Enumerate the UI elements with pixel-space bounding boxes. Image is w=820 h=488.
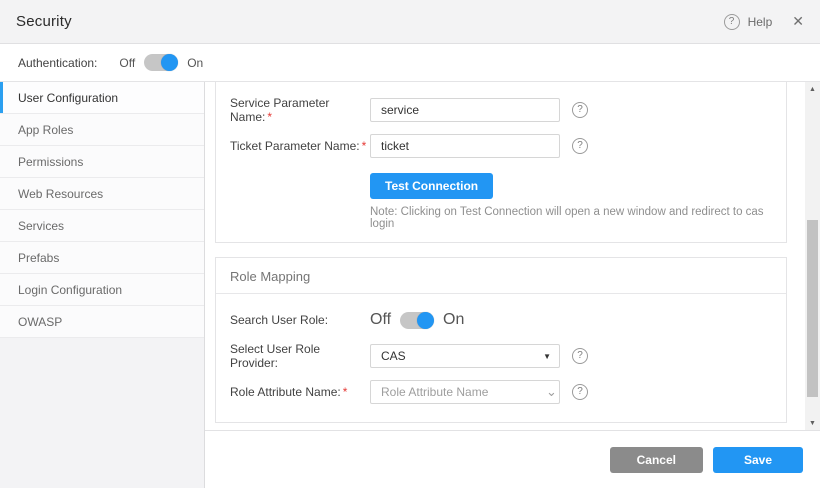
scrollbar-thumb[interactable] [807, 220, 818, 397]
required-mark: * [362, 139, 367, 153]
search-user-role-label: Search User Role: [230, 313, 370, 327]
role-attribute-row: Role Attribute Name:* ⌄ ? [216, 380, 786, 404]
ticket-parameter-label: Ticket Parameter Name:* [230, 139, 370, 153]
cas-connection-panel: Service Parameter Name:* ? Ticket Parame… [215, 82, 787, 243]
dialog-header: Security ? Help ✕ [0, 0, 820, 44]
search-user-role-toggle[interactable] [400, 312, 434, 329]
search-user-role-off-label: Off [370, 311, 391, 329]
ticket-parameter-row: Ticket Parameter Name:* ? [216, 134, 786, 158]
authentication-bar: Authentication: Off On [0, 44, 820, 82]
content-scroll-area: Service Parameter Name:* ? Ticket Parame… [205, 82, 820, 430]
help-icon[interactable]: ? [724, 14, 740, 30]
sidebar-item-login-configuration[interactable]: Login Configuration [0, 274, 204, 306]
authentication-off-label: Off [119, 56, 135, 70]
ticket-parameter-help-icon[interactable]: ? [572, 138, 588, 154]
service-parameter-label: Service Parameter Name:* [230, 96, 370, 124]
cancel-button[interactable]: Cancel [610, 447, 703, 473]
help-link[interactable]: Help [748, 15, 773, 29]
required-mark: * [343, 385, 348, 399]
role-attribute-input[interactable] [371, 381, 546, 403]
service-parameter-help-icon[interactable]: ? [572, 102, 588, 118]
vertical-scrollbar[interactable]: ▲ ▼ [805, 82, 820, 430]
toggle-knob [417, 312, 434, 329]
role-mapping-panel: Role Mapping Search User Role: Off On Se… [215, 257, 787, 423]
search-user-role-row: Search User Role: Off On [216, 308, 786, 332]
ticket-parameter-input[interactable] [370, 134, 560, 158]
sidebar-item-owasp[interactable]: OWASP [0, 306, 204, 338]
role-attribute-combobox[interactable]: ⌄ [370, 380, 560, 404]
sidebar-item-permissions[interactable]: Permissions [0, 146, 204, 178]
service-parameter-input[interactable] [370, 98, 560, 122]
required-mark: * [267, 110, 272, 124]
role-attribute-label: Role Attribute Name:* [230, 385, 370, 399]
dialog-footer: Cancel Save [205, 430, 820, 488]
user-role-provider-help-icon[interactable]: ? [572, 348, 588, 364]
settings-content: Service Parameter Name:* ? Ticket Parame… [205, 82, 820, 488]
chevron-down-icon: ⌄ [546, 388, 557, 396]
authentication-toggle[interactable] [144, 54, 178, 71]
authentication-label: Authentication: [18, 56, 97, 70]
scroll-down-icon[interactable]: ▼ [805, 416, 820, 430]
security-dialog: Security ? Help ✕ Authentication: Off On… [0, 0, 820, 488]
sidebar-item-user-configuration[interactable]: User Configuration [0, 82, 204, 114]
test-connection-button[interactable]: Test Connection [370, 173, 493, 199]
save-button[interactable]: Save [713, 447, 803, 473]
search-user-role-on-label: On [443, 311, 464, 329]
scroll-up-icon[interactable]: ▲ [805, 82, 820, 96]
sidebar-item-web-resources[interactable]: Web Resources [0, 178, 204, 210]
user-role-provider-label: Select User Role Provider: [230, 342, 370, 370]
sidebar-item-prefabs[interactable]: Prefabs [0, 242, 204, 274]
page-title: Security [16, 13, 72, 30]
dropdown-caret-icon: ▼ [543, 352, 551, 361]
sidebar-item-services[interactable]: Services [0, 210, 204, 242]
user-role-provider-select[interactable]: CAS ▼ [370, 344, 560, 368]
close-icon[interactable]: ✕ [792, 13, 804, 30]
settings-sidebar: User Configuration App Roles Permissions… [0, 82, 205, 488]
role-attribute-help-icon[interactable]: ? [572, 384, 588, 400]
toggle-knob [161, 54, 178, 71]
test-connection-note: Note: Clicking on Test Connection will o… [370, 206, 786, 230]
user-role-provider-value: CAS [381, 349, 543, 363]
service-parameter-row: Service Parameter Name:* ? [216, 98, 786, 122]
user-role-provider-row: Select User Role Provider: CAS ▼ ? [216, 344, 786, 368]
role-mapping-title: Role Mapping [216, 258, 786, 294]
authentication-on-label: On [187, 56, 203, 70]
sidebar-item-app-roles[interactable]: App Roles [0, 114, 204, 146]
